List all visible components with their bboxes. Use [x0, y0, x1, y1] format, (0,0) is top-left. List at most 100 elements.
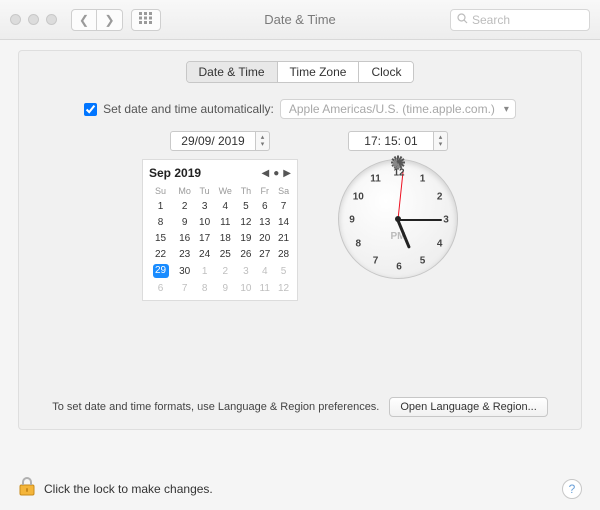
calendar-day[interactable]: 3 — [195, 198, 214, 214]
clock-number: 9 — [344, 215, 360, 226]
calendar-weekday-header: Sa — [274, 184, 293, 198]
tab-date-time[interactable]: Date & Time — [187, 62, 277, 82]
calendar-day[interactable]: 28 — [274, 246, 293, 262]
tabs: Date & TimeTime ZoneClock — [35, 61, 565, 83]
calendar-day[interactable]: 17 — [195, 230, 214, 246]
time-column: 17: 15: 01 ▴ ▾ PM 123456789101112 — [338, 131, 458, 279]
calendar-weekday-header: Su — [147, 184, 174, 198]
clock-number: 11 — [368, 174, 384, 185]
calendar-day[interactable]: 2 — [214, 262, 237, 280]
clock-number: 6 — [391, 262, 407, 273]
calendar-day[interactable]: 7 — [274, 198, 293, 214]
calendar-day[interactable]: 1 — [147, 198, 174, 214]
back-button[interactable]: ❮ — [71, 9, 97, 31]
lock-icon[interactable] — [18, 477, 36, 500]
calendar-day[interactable]: 9 — [174, 214, 195, 230]
time-field[interactable]: 17: 15: 01 — [348, 131, 434, 151]
clock-number: 12 — [391, 168, 407, 179]
clock-number: 7 — [368, 255, 384, 266]
calendar-day[interactable]: 24 — [195, 246, 214, 262]
calendar-day[interactable]: 14 — [274, 214, 293, 230]
format-hint-row: To set date and time formats, use Langua… — [35, 397, 565, 417]
calendar-day[interactable]: 12 — [274, 280, 293, 296]
minimize-window-button[interactable] — [28, 14, 39, 25]
calendar-day[interactable]: 9 — [214, 280, 237, 296]
calendar-day[interactable]: 26 — [237, 246, 256, 262]
search-placeholder: Search — [472, 13, 510, 27]
search-input[interactable]: Search — [450, 9, 590, 31]
calendar-day[interactable]: 8 — [147, 214, 174, 230]
open-language-region-button[interactable]: Open Language & Region... — [389, 397, 547, 417]
calendar-weekday-header: We — [214, 184, 237, 198]
auto-set-row: Set date and time automatically: Apple A… — [35, 99, 565, 119]
calendar-day[interactable]: 27 — [255, 246, 274, 262]
auto-set-checkbox[interactable] — [84, 103, 97, 116]
calendar-day[interactable]: 2 — [174, 198, 195, 214]
calendar-day[interactable]: 13 — [255, 214, 274, 230]
titlebar: ❮ ❯ Date & Time Search — [0, 0, 600, 40]
close-window-button[interactable] — [10, 14, 21, 25]
auto-set-label: Set date and time automatically: — [103, 102, 274, 116]
date-stepper[interactable]: ▴ ▾ — [256, 131, 270, 151]
chevron-down-icon: ▾ — [504, 104, 509, 115]
clock-number: 3 — [438, 215, 454, 226]
calendar-day[interactable]: 4 — [214, 198, 237, 214]
calendar-day[interactable]: 6 — [255, 198, 274, 214]
nav-buttons: ❮ ❯ — [71, 9, 123, 31]
calendar-prev-button[interactable]: ◀ — [262, 168, 270, 179]
calendar-day[interactable]: 29 — [147, 262, 174, 280]
calendar-day[interactable]: 5 — [237, 198, 256, 214]
clock-number: 1 — [415, 174, 431, 185]
calendar-day[interactable]: 4 — [255, 262, 274, 280]
calendar-day[interactable]: 22 — [147, 246, 174, 262]
clock-number: 8 — [350, 238, 366, 249]
calendar-day[interactable]: 10 — [195, 214, 214, 230]
clock-number: 10 — [350, 191, 366, 202]
calendar-weekday-header: Mo — [174, 184, 195, 198]
clock-pivot — [395, 216, 401, 222]
calendar-day[interactable]: 25 — [214, 246, 237, 262]
caret-down-icon: ▾ — [261, 141, 265, 148]
calendar-day[interactable]: 30 — [174, 262, 195, 280]
calendar-day[interactable]: 6 — [147, 280, 174, 296]
show-all-button[interactable] — [131, 9, 161, 31]
zoom-window-button[interactable] — [46, 14, 57, 25]
calendar-day[interactable]: 15 — [147, 230, 174, 246]
calendar-day[interactable]: 5 — [274, 262, 293, 280]
caret-up-icon: ▴ — [439, 134, 443, 141]
calendar-day[interactable]: 20 — [255, 230, 274, 246]
calendar-day[interactable]: 11 — [255, 280, 274, 296]
calendar-day[interactable]: 11 — [214, 214, 237, 230]
calendar-day[interactable]: 21 — [274, 230, 293, 246]
forward-button[interactable]: ❯ — [97, 9, 123, 31]
tab-time-zone[interactable]: Time Zone — [277, 62, 359, 82]
calendar-day[interactable]: 23 — [174, 246, 195, 262]
calendar-day[interactable]: 16 — [174, 230, 195, 246]
time-server-select[interactable]: Apple Americas/U.S. (time.apple.com.) ▾ — [280, 99, 516, 119]
clock-number: 5 — [415, 255, 431, 266]
calendar-next-button[interactable]: ▶ — [283, 168, 291, 179]
calendar-day[interactable]: 10 — [237, 280, 256, 296]
calendar-day[interactable]: 3 — [237, 262, 256, 280]
help-button[interactable]: ? — [562, 479, 582, 499]
calendar-day[interactable]: 8 — [195, 280, 214, 296]
tab-clock[interactable]: Clock — [358, 62, 413, 82]
time-stepper[interactable]: ▴ ▾ — [434, 131, 448, 151]
clock-number: 4 — [432, 238, 448, 249]
calendar-day[interactable]: 18 — [214, 230, 237, 246]
calendar-today-button[interactable]: ● — [273, 168, 279, 179]
grid-icon — [139, 12, 153, 27]
window-title: Date & Time — [264, 12, 336, 27]
calendar-day[interactable]: 12 — [237, 214, 256, 230]
caret-up-icon: ▴ — [261, 134, 265, 141]
calendar-day[interactable]: 1 — [195, 262, 214, 280]
clock-number: 2 — [432, 191, 448, 202]
calendar[interactable]: Sep 2019 ◀ ● ▶ SuMoTuWeThFrSa 1234567891… — [142, 159, 298, 301]
lock-text: Click the lock to make changes. — [44, 482, 213, 496]
window-controls — [10, 14, 57, 25]
calendar-day[interactable]: 19 — [237, 230, 256, 246]
calendar-day[interactable]: 7 — [174, 280, 195, 296]
search-icon — [457, 13, 468, 27]
calendar-weekday-header: Fr — [255, 184, 274, 198]
date-field[interactable]: 29/09/ 2019 — [170, 131, 256, 151]
